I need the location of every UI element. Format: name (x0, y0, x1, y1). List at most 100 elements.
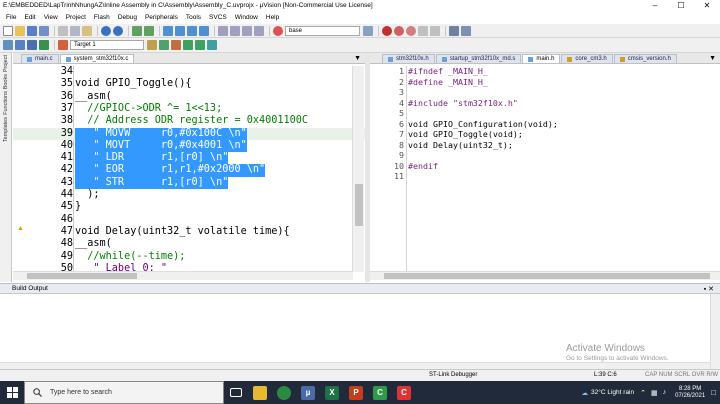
load-icon[interactable] (58, 40, 68, 50)
right-editor-hscrollbar[interactable] (370, 271, 720, 280)
breakpoints-icon[interactable] (406, 25, 416, 36)
undo-icon[interactable] (101, 25, 111, 36)
code-line[interactable]: 40 " MOVT r0,#0x4001 \n" (13, 139, 365, 153)
tray-chevron-icon[interactable]: ⌃ (640, 389, 646, 397)
save-all-icon[interactable] (39, 25, 49, 36)
copy-icon[interactable] (70, 25, 80, 36)
tab-startup-stm32f10x-md-s[interactable]: startup_stm32f10x_md.s (435, 54, 522, 63)
code-line[interactable]: 44 ); (13, 189, 365, 201)
task-view-button[interactable] (224, 381, 248, 404)
pack-installer-icon[interactable] (183, 40, 193, 50)
code-line[interactable]: 1 #ifndef _MAIN_H_ (370, 66, 720, 77)
taskbar-app-powerpoint[interactable]: P (344, 381, 368, 404)
code-line[interactable]: 37 //GPIOC->ODR ^= 1<<13; (13, 103, 365, 115)
code-line[interactable]: 42 " EOR r1,r1,#0x2000 \n" (13, 164, 365, 177)
open-folder-icon[interactable] (15, 25, 25, 36)
menu-help[interactable]: Help (262, 14, 283, 21)
select-packs-icon[interactable] (195, 40, 205, 50)
code-line[interactable]: 35 void GPIO_Toggle(){ (13, 78, 365, 90)
code-line[interactable]: 10 #endif (370, 161, 720, 172)
menu-svcs[interactable]: SVCS (205, 14, 231, 21)
disable-breakpoints-icon[interactable] (418, 25, 428, 36)
tab-main-c[interactable]: main.c (21, 54, 59, 63)
weather-widget[interactable]: ☁ 32°C Light rain (582, 389, 635, 397)
next-bookmark-icon[interactable] (187, 25, 197, 36)
code-line[interactable]: 8 void Delay(uint32_t); (370, 140, 720, 151)
code-line[interactable]: 9 (370, 150, 720, 161)
bookmark-icon[interactable] (163, 25, 173, 36)
tab-core-cm3-h[interactable]: core_cm3.h (561, 54, 613, 63)
configure-icon[interactable] (461, 25, 471, 36)
left-code-editor[interactable]: 34 35 void GPIO_Toggle(){36 __asm(37 //GPIO… (13, 66, 365, 272)
build-icon[interactable] (15, 40, 25, 50)
scroll-thumb[interactable] (384, 273, 710, 279)
start-button[interactable] (0, 381, 24, 404)
maximize-button[interactable]: ☐ (668, 0, 694, 11)
taskbar-app-chrome[interactable] (272, 381, 296, 404)
rebuild-icon[interactable] (27, 40, 37, 50)
build-output-vscrollbar[interactable] (710, 294, 720, 369)
runtime-env-icon[interactable] (207, 40, 217, 50)
scroll-thumb[interactable] (27, 273, 137, 279)
nav-back-icon[interactable] (132, 25, 142, 36)
menu-flash[interactable]: Flash (90, 14, 114, 21)
target-options-icon[interactable] (147, 40, 157, 50)
cut-icon[interactable] (58, 25, 68, 36)
menu-debug[interactable]: Debug (114, 14, 141, 21)
tab-list-icon[interactable]: ▼ (709, 55, 716, 62)
code-line[interactable]: 41 " LDR r1,[r0] \n" (13, 152, 365, 165)
debug-icon[interactable] (394, 25, 404, 36)
comment-icon[interactable] (242, 25, 252, 36)
save-icon[interactable] (27, 25, 37, 36)
uncomment-icon[interactable] (254, 25, 264, 36)
code-line[interactable]: 4 #include "stm32f10x.h" (370, 98, 720, 109)
code-line[interactable]: 7 void GPIO_Toggle(void); (370, 129, 720, 140)
left-editor-hscrollbar[interactable] (13, 271, 353, 280)
code-line[interactable]: 48 __asm( (13, 238, 365, 250)
tab-stm32f10x-h[interactable]: stm32f10x.h (382, 54, 435, 63)
menu-edit[interactable]: Edit (20, 14, 39, 21)
taskbar-app-keil[interactable]: µ (296, 381, 320, 404)
taskbar-app-excel[interactable]: X (320, 381, 344, 404)
manage-components-icon[interactable] (159, 40, 169, 50)
close-button[interactable]: ✕ (694, 0, 720, 11)
menu-peripherals[interactable]: Peripherals (141, 14, 182, 21)
pane-tab-functions[interactable]: Functions (3, 91, 9, 115)
tab-cmsis-version-h[interactable]: cmsis_version.h (613, 54, 677, 63)
indent-icon[interactable] (218, 25, 228, 36)
translate-icon[interactable] (3, 40, 13, 50)
code-line[interactable]: 6 void GPIO_Configuration(void); (370, 119, 720, 130)
build-output-hscrollbar[interactable] (0, 362, 710, 369)
tab-list-icon[interactable]: ▼ (354, 55, 361, 62)
right-code-editor[interactable]: 1 #ifndef _MAIN_H_ 2 #define _MAIN_H_ 3 4 #inc… (370, 66, 720, 272)
window-layout-icon[interactable] (449, 25, 459, 36)
code-line[interactable]: 47 void Delay(uint32_t volatile time){ (13, 226, 365, 238)
prev-bookmark-icon[interactable] (175, 25, 185, 36)
pane-tab-templates[interactable]: Templates (3, 117, 9, 142)
file-extensions-icon[interactable] (171, 40, 181, 50)
pane-tab-books[interactable]: Books (3, 74, 9, 89)
code-line[interactable]: 49 //while(--time); (13, 251, 365, 263)
scroll-thumb[interactable] (355, 184, 363, 226)
volume-icon[interactable]: ♪ (663, 389, 667, 396)
code-line[interactable]: 46 (13, 214, 365, 226)
download-icon[interactable] (39, 40, 49, 50)
menu-window[interactable]: Window (231, 14, 262, 21)
notification-icon[interactable]: □ (711, 388, 716, 397)
kill-breakpoints-icon[interactable] (430, 25, 440, 36)
find-in-files-icon[interactable] (273, 25, 283, 36)
nav-forward-icon[interactable] (144, 25, 154, 36)
menu-project[interactable]: Project (62, 14, 90, 21)
taskbar-search[interactable]: Type here to search (24, 381, 224, 404)
target-select[interactable]: Target 1 (70, 40, 144, 50)
code-line[interactable]: 45} (13, 201, 365, 213)
clear-bookmarks-icon[interactable] (199, 25, 209, 36)
code-line[interactable]: 38 // Address ODR register = 0x4001100C (13, 115, 365, 127)
network-icon[interactable]: ▦ (651, 389, 658, 397)
find-combo[interactable]: base (285, 25, 360, 36)
redo-icon[interactable] (113, 25, 123, 36)
menu-tools[interactable]: Tools (182, 14, 205, 21)
clock[interactable]: 8:28 PM 07/26/2021 (675, 386, 705, 400)
code-line[interactable]: 43 " STR r1,[r0] \n" (13, 176, 365, 189)
code-line[interactable]: 3 (370, 87, 720, 98)
